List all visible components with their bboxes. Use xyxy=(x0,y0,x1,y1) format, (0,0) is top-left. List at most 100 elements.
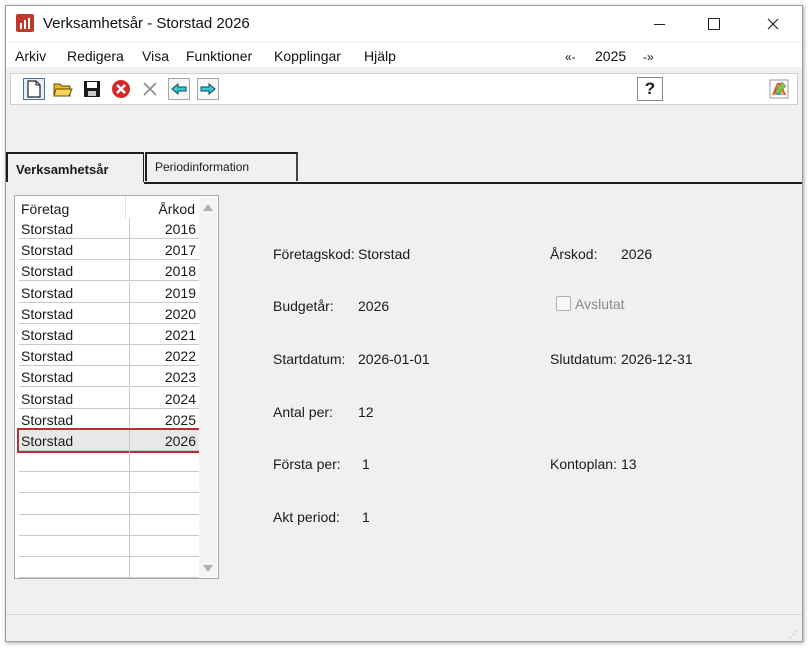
cell-foretag: Storstad xyxy=(21,411,74,428)
next-year-button[interactable]: -» xyxy=(643,50,654,64)
table-row[interactable]: Storstad 2021 xyxy=(19,324,199,345)
tab-verksamhetsar[interactable]: Verksamhetsår xyxy=(6,152,144,182)
forward-button[interactable] xyxy=(197,78,219,100)
scroll-down-icon[interactable] xyxy=(203,565,213,572)
column-header-arkod[interactable]: Årkod xyxy=(158,201,195,217)
column-separator xyxy=(129,557,130,579)
empty-table-row[interactable] xyxy=(19,514,199,536)
open-folder-icon xyxy=(53,83,73,97)
slutdatum-label: Slutdatum: xyxy=(550,351,617,367)
cell-arkod: 2023 xyxy=(164,369,196,386)
new-button[interactable] xyxy=(23,78,45,100)
back-arrow-icon xyxy=(171,83,187,95)
cell-arkod: 2026 xyxy=(164,433,196,449)
menu-kopplingar[interactable]: Kopplingar xyxy=(274,48,341,64)
previous-year-button[interactable]: «- xyxy=(565,50,576,64)
menu-visa[interactable]: Visa xyxy=(142,48,169,64)
tab-panel: Företag Årkod Storstad 2016 Storstad 2017 St… xyxy=(6,184,802,614)
column-header-foretag[interactable]: Företag xyxy=(21,201,69,217)
empty-table-row[interactable] xyxy=(19,493,199,515)
column-separator xyxy=(129,239,130,261)
kontoplan-label: Kontoplan: xyxy=(550,456,617,472)
column-separator xyxy=(129,514,130,536)
column-separator xyxy=(129,493,130,515)
resize-grip-icon[interactable]: ⋰ xyxy=(789,629,799,639)
cell-arkod: 2016 xyxy=(164,221,196,237)
kontoplan-value: 13 xyxy=(621,456,637,472)
budgetar-label: Budgetår: xyxy=(273,298,334,314)
save-button[interactable] xyxy=(81,78,103,100)
antal-per-label: Antal per: xyxy=(273,404,333,420)
menu-hjalp[interactable]: Hjälp xyxy=(364,48,396,64)
empty-table-row[interactable] xyxy=(19,451,199,473)
year-list[interactable]: Företag Årkod Storstad 2016 Storstad 2017 St… xyxy=(14,195,219,579)
app-icon xyxy=(16,14,34,32)
palette-button[interactable] xyxy=(768,78,790,100)
cancel-icon xyxy=(112,80,130,98)
tab-strip: Verksamhetsår Periodinformation xyxy=(6,152,802,182)
avslutat-checkbox[interactable] xyxy=(556,296,571,311)
cell-foretag: Storstad xyxy=(21,390,74,407)
table-row[interactable]: Storstad 2022 xyxy=(19,345,199,367)
startdatum-label: Startdatum: xyxy=(273,351,346,367)
column-separator xyxy=(129,366,130,388)
close-button[interactable] xyxy=(750,6,796,42)
column-separator xyxy=(129,260,130,282)
save-icon xyxy=(84,81,100,97)
cell-arkod: 2017 xyxy=(164,242,196,259)
maximize-icon xyxy=(708,18,720,30)
cell-foretag: Storstad xyxy=(21,369,74,386)
cell-arkod: 2025 xyxy=(164,411,196,428)
cell-foretag: Storstad xyxy=(21,305,74,322)
foretagskod-label: Företagskod: xyxy=(273,246,355,262)
cell-foretag: Storstad xyxy=(21,242,74,259)
column-separator xyxy=(129,536,130,557)
help-icon: ? xyxy=(644,79,656,98)
table-row[interactable]: Storstad 2023 xyxy=(19,366,199,388)
column-separator xyxy=(129,451,130,473)
empty-table-row[interactable] xyxy=(19,472,199,494)
slutdatum-value: 2026-12-31 xyxy=(621,351,693,367)
table-row[interactable]: Storstad 2019 xyxy=(19,281,199,303)
table-row[interactable]: Storstad 2025 xyxy=(19,408,199,430)
menu-funktioner[interactable]: Funktioner xyxy=(186,48,252,64)
open-button[interactable] xyxy=(52,78,74,100)
cell-foretag: Storstad xyxy=(21,263,74,280)
cell-foretag: Storstad xyxy=(21,327,74,343)
cell-foretag: Storstad xyxy=(21,348,74,365)
empty-table-row[interactable] xyxy=(19,536,199,557)
forsta-per-value: 1 xyxy=(362,456,370,472)
arskod-value: 2026 xyxy=(621,246,653,262)
cancel-button[interactable] xyxy=(110,78,132,100)
back-button[interactable] xyxy=(168,78,190,100)
cell-foretag: Storstad xyxy=(21,284,74,301)
table-row[interactable]: Storstad 2026 xyxy=(17,428,201,453)
table-row[interactable]: Storstad 2018 xyxy=(19,260,199,282)
cell-arkod: 2020 xyxy=(164,305,196,322)
scroll-up-icon[interactable] xyxy=(203,204,213,211)
startdatum-value: 2026-01-01 xyxy=(358,351,430,367)
foretagskod-value: Storstad xyxy=(358,246,411,262)
column-separator xyxy=(129,472,130,494)
table-row[interactable]: Storstad 2016 xyxy=(19,218,199,239)
table-row[interactable]: Storstad 2017 xyxy=(19,239,199,261)
cell-arkod: 2022 xyxy=(164,348,196,365)
tab-periodinformation[interactable]: Periodinformation xyxy=(145,152,298,181)
cell-arkod: 2018 xyxy=(164,263,196,280)
list-scrollbar[interactable] xyxy=(199,197,217,577)
menu-redigera[interactable]: Redigera xyxy=(67,48,124,64)
delete-icon xyxy=(143,82,157,96)
akt-period-label: Akt period: xyxy=(273,509,340,525)
help-button[interactable]: ? xyxy=(637,77,663,101)
delete-button[interactable] xyxy=(139,78,161,100)
empty-table-row[interactable] xyxy=(19,557,199,579)
table-row[interactable]: Storstad 2024 xyxy=(19,387,199,409)
table-row[interactable]: Storstad 2020 xyxy=(19,302,199,324)
minimize-button[interactable] xyxy=(636,6,682,42)
close-icon xyxy=(767,18,779,30)
maximize-button[interactable] xyxy=(691,6,737,42)
menu-bar: Arkiv Redigera Visa Funktioner Kopplinga… xyxy=(6,43,802,67)
cell-foretag: Storstad xyxy=(21,221,74,237)
app-window: Verksamhetsår - Storstad 2026 Arkiv Redi… xyxy=(5,5,803,642)
menu-arkiv[interactable]: Arkiv xyxy=(15,48,46,64)
